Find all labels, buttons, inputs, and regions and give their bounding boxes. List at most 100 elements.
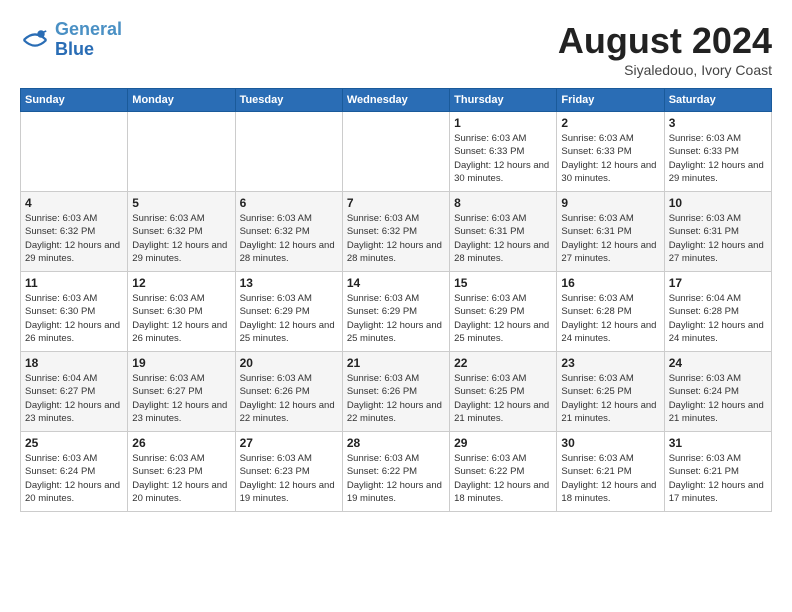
calendar-cell-14: 14 Sunrise: 6:03 AM Sunset: 6:29 PM Dayli… — [342, 272, 449, 352]
day-info: Sunrise: 6:03 AM Sunset: 6:27 PM Dayligh… — [132, 372, 230, 425]
day-number: 18 — [25, 356, 123, 370]
week-row-5: 25Sunrise: 6:03 AM Sunset: 6:24 PM Dayli… — [21, 432, 772, 512]
day-number: 13 — [240, 276, 338, 290]
calendar-cell-15: 15Sunrise: 6:03 AM Sunset: 6:29 PM Dayli… — [450, 272, 557, 352]
day-number: 9 — [561, 196, 659, 210]
day-number: 23 — [561, 356, 659, 370]
calendar-cell-23: 23Sunrise: 6:03 AM Sunset: 6:25 PM Dayli… — [557, 352, 664, 432]
location: Siyaledouo, Ivory Coast — [558, 62, 772, 78]
calendar-cell-5: 5Sunrise: 6:03 AM Sunset: 6:32 PM Daylig… — [128, 192, 235, 272]
day-info: Sunrise: 6:03 AM Sunset: 6:33 PM Dayligh… — [561, 132, 659, 185]
calendar-cell-empty-2 — [235, 112, 342, 192]
day-number: 28 — [347, 436, 445, 450]
weekday-header-monday: Monday — [128, 89, 235, 112]
logo-icon — [20, 25, 50, 55]
logo-text: General Blue — [55, 20, 122, 60]
day-number: 22 — [454, 356, 552, 370]
day-number: 1 — [454, 116, 552, 130]
day-info: Sunrise: 6:03 AM Sunset: 6:26 PM Dayligh… — [240, 372, 338, 425]
day-number: 2 — [561, 116, 659, 130]
calendar-cell-10: 10Sunrise: 6:03 AM Sunset: 6:31 PM Dayli… — [664, 192, 771, 272]
calendar-cell-27: 27 Sunrise: 6:03 AM Sunset: 6:23 PM Dayli… — [235, 432, 342, 512]
day-number: 25 — [25, 436, 123, 450]
calendar-cell-6: 6Sunrise: 6:03 AM Sunset: 6:32 PM Daylig… — [235, 192, 342, 272]
day-info: Sunrise: 6:03 AM Sunset: 6:24 PM Dayligh… — [669, 372, 767, 425]
week-row-4: 18 Sunrise: 6:04 AM Sunset: 6:27 PM Dayli… — [21, 352, 772, 432]
day-info: Sunrise: 6:04 AM Sunset: 6:27 PM Dayligh… — [25, 372, 123, 425]
calendar-cell-19: 19 Sunrise: 6:03 AM Sunset: 6:27 PM Dayli… — [128, 352, 235, 432]
day-info: Sunrise: 6:03 AM Sunset: 6:29 PM Dayligh… — [454, 292, 552, 345]
day-number: 21 — [347, 356, 445, 370]
calendar-table: SundayMondayTuesdayWednesdayThursdayFrid… — [20, 88, 772, 512]
calendar-cell-11: 11 Sunrise: 6:03 AM Sunset: 6:30 PM Dayli… — [21, 272, 128, 352]
day-number: 30 — [561, 436, 659, 450]
calendar-cell-4: 4Sunrise: 6:03 AM Sunset: 6:32 PM Daylig… — [21, 192, 128, 272]
day-number: 24 — [669, 356, 767, 370]
calendar-cell-2: 2 Sunrise: 6:03 AM Sunset: 6:33 PM Daylig… — [557, 112, 664, 192]
day-number: 26 — [132, 436, 230, 450]
week-row-1: 1 Sunrise: 6:03 AM Sunset: 6:33 PM Daylig… — [21, 112, 772, 192]
calendar-cell-empty-1 — [128, 112, 235, 192]
weekday-header-saturday: Saturday — [664, 89, 771, 112]
week-row-2: 4 Sunrise: 6:03 AM Sunset: 6:32 PM Daylig… — [21, 192, 772, 272]
day-number: 8 — [454, 196, 552, 210]
day-number: 12 — [132, 276, 230, 290]
calendar-cell-31: 31Sunrise: 6:03 AM Sunset: 6:21 PM Dayli… — [664, 432, 771, 512]
day-info: Sunrise: 6:03 AM Sunset: 6:30 PM Dayligh… — [25, 292, 123, 345]
day-info: Sunrise: 6:03 AM Sunset: 6:25 PM Dayligh… — [454, 372, 552, 425]
day-info: Sunrise: 6:03 AM Sunset: 6:22 PM Dayligh… — [347, 452, 445, 505]
day-number: 27 — [240, 436, 338, 450]
calendar-cell-13: 13 Sunrise: 6:03 AM Sunset: 6:29 PM Dayli… — [235, 272, 342, 352]
weekday-header-friday: Friday — [557, 89, 664, 112]
day-number: 10 — [669, 196, 767, 210]
calendar-cell-25: 25Sunrise: 6:03 AM Sunset: 6:24 PM Dayli… — [21, 432, 128, 512]
calendar-cell-8: 8 Sunrise: 6:03 AM Sunset: 6:31 PM Daylig… — [450, 192, 557, 272]
day-info: Sunrise: 6:03 AM Sunset: 6:31 PM Dayligh… — [454, 212, 552, 265]
day-info: Sunrise: 6:03 AM Sunset: 6:32 PM Dayligh… — [132, 212, 230, 265]
day-info: Sunrise: 6:03 AM Sunset: 6:29 PM Dayligh… — [347, 292, 445, 345]
day-info: Sunrise: 6:03 AM Sunset: 6:33 PM Dayligh… — [454, 132, 552, 185]
calendar-cell-9: 9Sunrise: 6:03 AM Sunset: 6:31 PM Daylig… — [557, 192, 664, 272]
calendar-cell-16: 16 Sunrise: 6:03 AM Sunset: 6:28 PM Dayli… — [557, 272, 664, 352]
weekday-header-row: SundayMondayTuesdayWednesdayThursdayFrid… — [21, 89, 772, 112]
day-info: Sunrise: 6:03 AM Sunset: 6:23 PM Dayligh… — [132, 452, 230, 505]
weekday-header-thursday: Thursday — [450, 89, 557, 112]
day-number: 11 — [25, 276, 123, 290]
day-info: Sunrise: 6:03 AM Sunset: 6:26 PM Dayligh… — [347, 372, 445, 425]
weekday-header-tuesday: Tuesday — [235, 89, 342, 112]
calendar-cell-3: 3Sunrise: 6:03 AM Sunset: 6:33 PM Daylig… — [664, 112, 771, 192]
calendar-cell-20: 20 Sunrise: 6:03 AM Sunset: 6:26 PM Dayli… — [235, 352, 342, 432]
day-number: 16 — [561, 276, 659, 290]
calendar-cell-21: 21 Sunrise: 6:03 AM Sunset: 6:26 PM Dayli… — [342, 352, 449, 432]
calendar-cell-empty-3 — [342, 112, 449, 192]
day-number: 20 — [240, 356, 338, 370]
calendar-cell-17: 17 Sunrise: 6:04 AM Sunset: 6:28 PM Dayli… — [664, 272, 771, 352]
calendar-cell-22: 22 Sunrise: 6:03 AM Sunset: 6:25 PM Dayli… — [450, 352, 557, 432]
weekday-header-sunday: Sunday — [21, 89, 128, 112]
calendar-cell-30: 30 Sunrise: 6:03 AM Sunset: 6:21 PM Dayli… — [557, 432, 664, 512]
day-number: 14 — [347, 276, 445, 290]
day-number: 19 — [132, 356, 230, 370]
month-title: August 2024 — [558, 20, 772, 62]
calendar-cell-12: 12Sunrise: 6:03 AM Sunset: 6:30 PM Dayli… — [128, 272, 235, 352]
logo: General Blue — [20, 20, 122, 60]
day-info: Sunrise: 6:03 AM Sunset: 6:29 PM Dayligh… — [240, 292, 338, 345]
day-info: Sunrise: 6:04 AM Sunset: 6:28 PM Dayligh… — [669, 292, 767, 345]
day-number: 29 — [454, 436, 552, 450]
weekday-header-wednesday: Wednesday — [342, 89, 449, 112]
day-number: 7 — [347, 196, 445, 210]
title-block: August 2024 Siyaledouo, Ivory Coast — [558, 20, 772, 78]
calendar-cell-1: 1 Sunrise: 6:03 AM Sunset: 6:33 PM Daylig… — [450, 112, 557, 192]
calendar-cell-28: 28 Sunrise: 6:03 AM Sunset: 6:22 PM Dayli… — [342, 432, 449, 512]
day-info: Sunrise: 6:03 AM Sunset: 6:23 PM Dayligh… — [240, 452, 338, 505]
day-number: 3 — [669, 116, 767, 130]
calendar-cell-7: 7Sunrise: 6:03 AM Sunset: 6:32 PM Daylig… — [342, 192, 449, 272]
day-info: Sunrise: 6:03 AM Sunset: 6:21 PM Dayligh… — [561, 452, 659, 505]
day-number: 4 — [25, 196, 123, 210]
day-info: Sunrise: 6:03 AM Sunset: 6:21 PM Dayligh… — [669, 452, 767, 505]
day-info: Sunrise: 6:03 AM Sunset: 6:22 PM Dayligh… — [454, 452, 552, 505]
page-header: General Blue August 2024 Siyaledouo, Ivo… — [20, 20, 772, 78]
day-info: Sunrise: 6:03 AM Sunset: 6:28 PM Dayligh… — [561, 292, 659, 345]
day-number: 17 — [669, 276, 767, 290]
day-info: Sunrise: 6:03 AM Sunset: 6:32 PM Dayligh… — [240, 212, 338, 265]
